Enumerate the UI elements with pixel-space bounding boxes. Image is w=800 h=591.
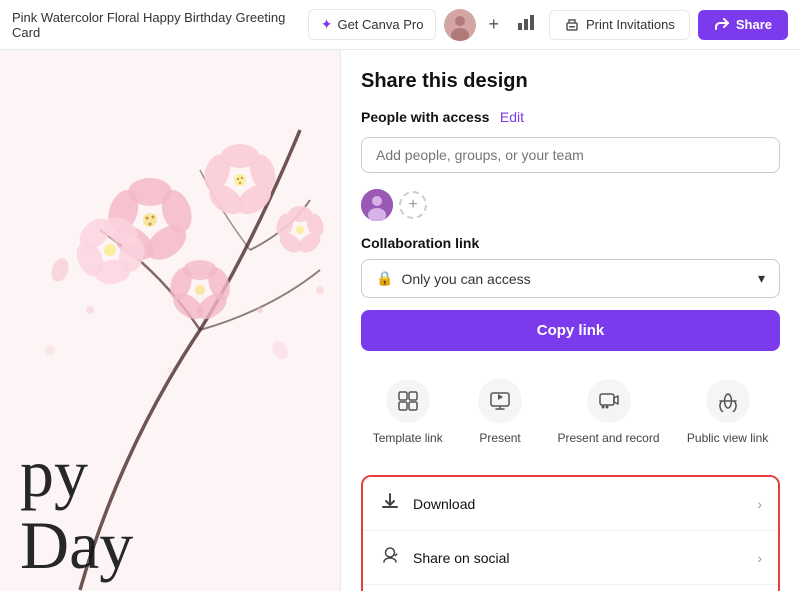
public-view-label: Public view link (687, 431, 768, 445)
share-button[interactable]: Share (698, 10, 788, 40)
public-view-icon (706, 379, 750, 423)
analytics-icon[interactable] (511, 11, 541, 38)
share-social-label: Share on social (413, 550, 757, 566)
template-link-icon (386, 379, 430, 423)
add-icon[interactable]: + (484, 14, 503, 35)
chevron-down-icon: ▾ (758, 270, 765, 287)
present-label: Present (479, 431, 520, 445)
download-icon (379, 491, 401, 516)
avatar[interactable] (444, 9, 476, 41)
share-social-action[interactable]: Share on social › (363, 531, 778, 585)
template-link-option[interactable]: Template link (363, 369, 453, 455)
download-chevron: › (757, 496, 762, 512)
share-social-chevron: › (757, 550, 762, 566)
edit-link[interactable]: Edit (500, 109, 524, 125)
add-person-button[interactable]: + (399, 191, 427, 219)
people-search-input[interactable] (361, 137, 780, 173)
lock-icon: 🔒 (376, 270, 393, 287)
birthday-text: pyDay (20, 438, 133, 581)
action-list: Download › Share on social › Print with … (361, 475, 780, 591)
present-icon (478, 379, 522, 423)
canva-pro-icon: ✦ (321, 16, 333, 33)
access-dropdown[interactable]: 🔒 Only you can access ▾ (361, 259, 780, 298)
topbar: Pink Watercolor Floral Happy Birthday Gr… (0, 0, 800, 50)
current-user-avatar (361, 189, 393, 221)
document-title: Pink Watercolor Floral Happy Birthday Gr… (12, 10, 300, 40)
share-panel-title: Share this design (361, 70, 780, 93)
template-link-label: Template link (373, 431, 443, 445)
get-canva-pro-button[interactable]: ✦ Get Canva Pro (308, 9, 437, 40)
share-panel: Share this design People with access Edi… (340, 50, 800, 591)
access-dropdown-left: 🔒 Only you can access (376, 270, 531, 287)
present-record-label: Present and record (557, 431, 659, 445)
present-record-icon (587, 379, 631, 423)
canvas-area: 🔒 ⧉ ＋ (0, 50, 340, 591)
canvas-background: pyDay (0, 50, 340, 591)
public-view-option[interactable]: Public view link (677, 369, 778, 455)
collab-label: Collaboration link (361, 235, 780, 251)
present-record-option[interactable]: Present and record (547, 369, 669, 455)
people-label: People with access (361, 109, 489, 125)
share-social-icon (379, 545, 401, 570)
download-label: Download (413, 496, 757, 512)
print-invitations-button[interactable]: Print Invitations (549, 10, 690, 40)
download-action[interactable]: Download › (363, 477, 778, 531)
present-option[interactable]: Present (460, 369, 540, 455)
people-with-access-row: People with access Edit (361, 109, 780, 127)
access-option-label: Only you can access (401, 271, 530, 287)
print-canva-action[interactable]: Print with Canva › (363, 585, 778, 591)
copy-link-button[interactable]: Copy link (361, 310, 780, 351)
avatar-row: + (361, 189, 780, 221)
share-options-grid: Template link Present Present and record… (361, 369, 780, 455)
